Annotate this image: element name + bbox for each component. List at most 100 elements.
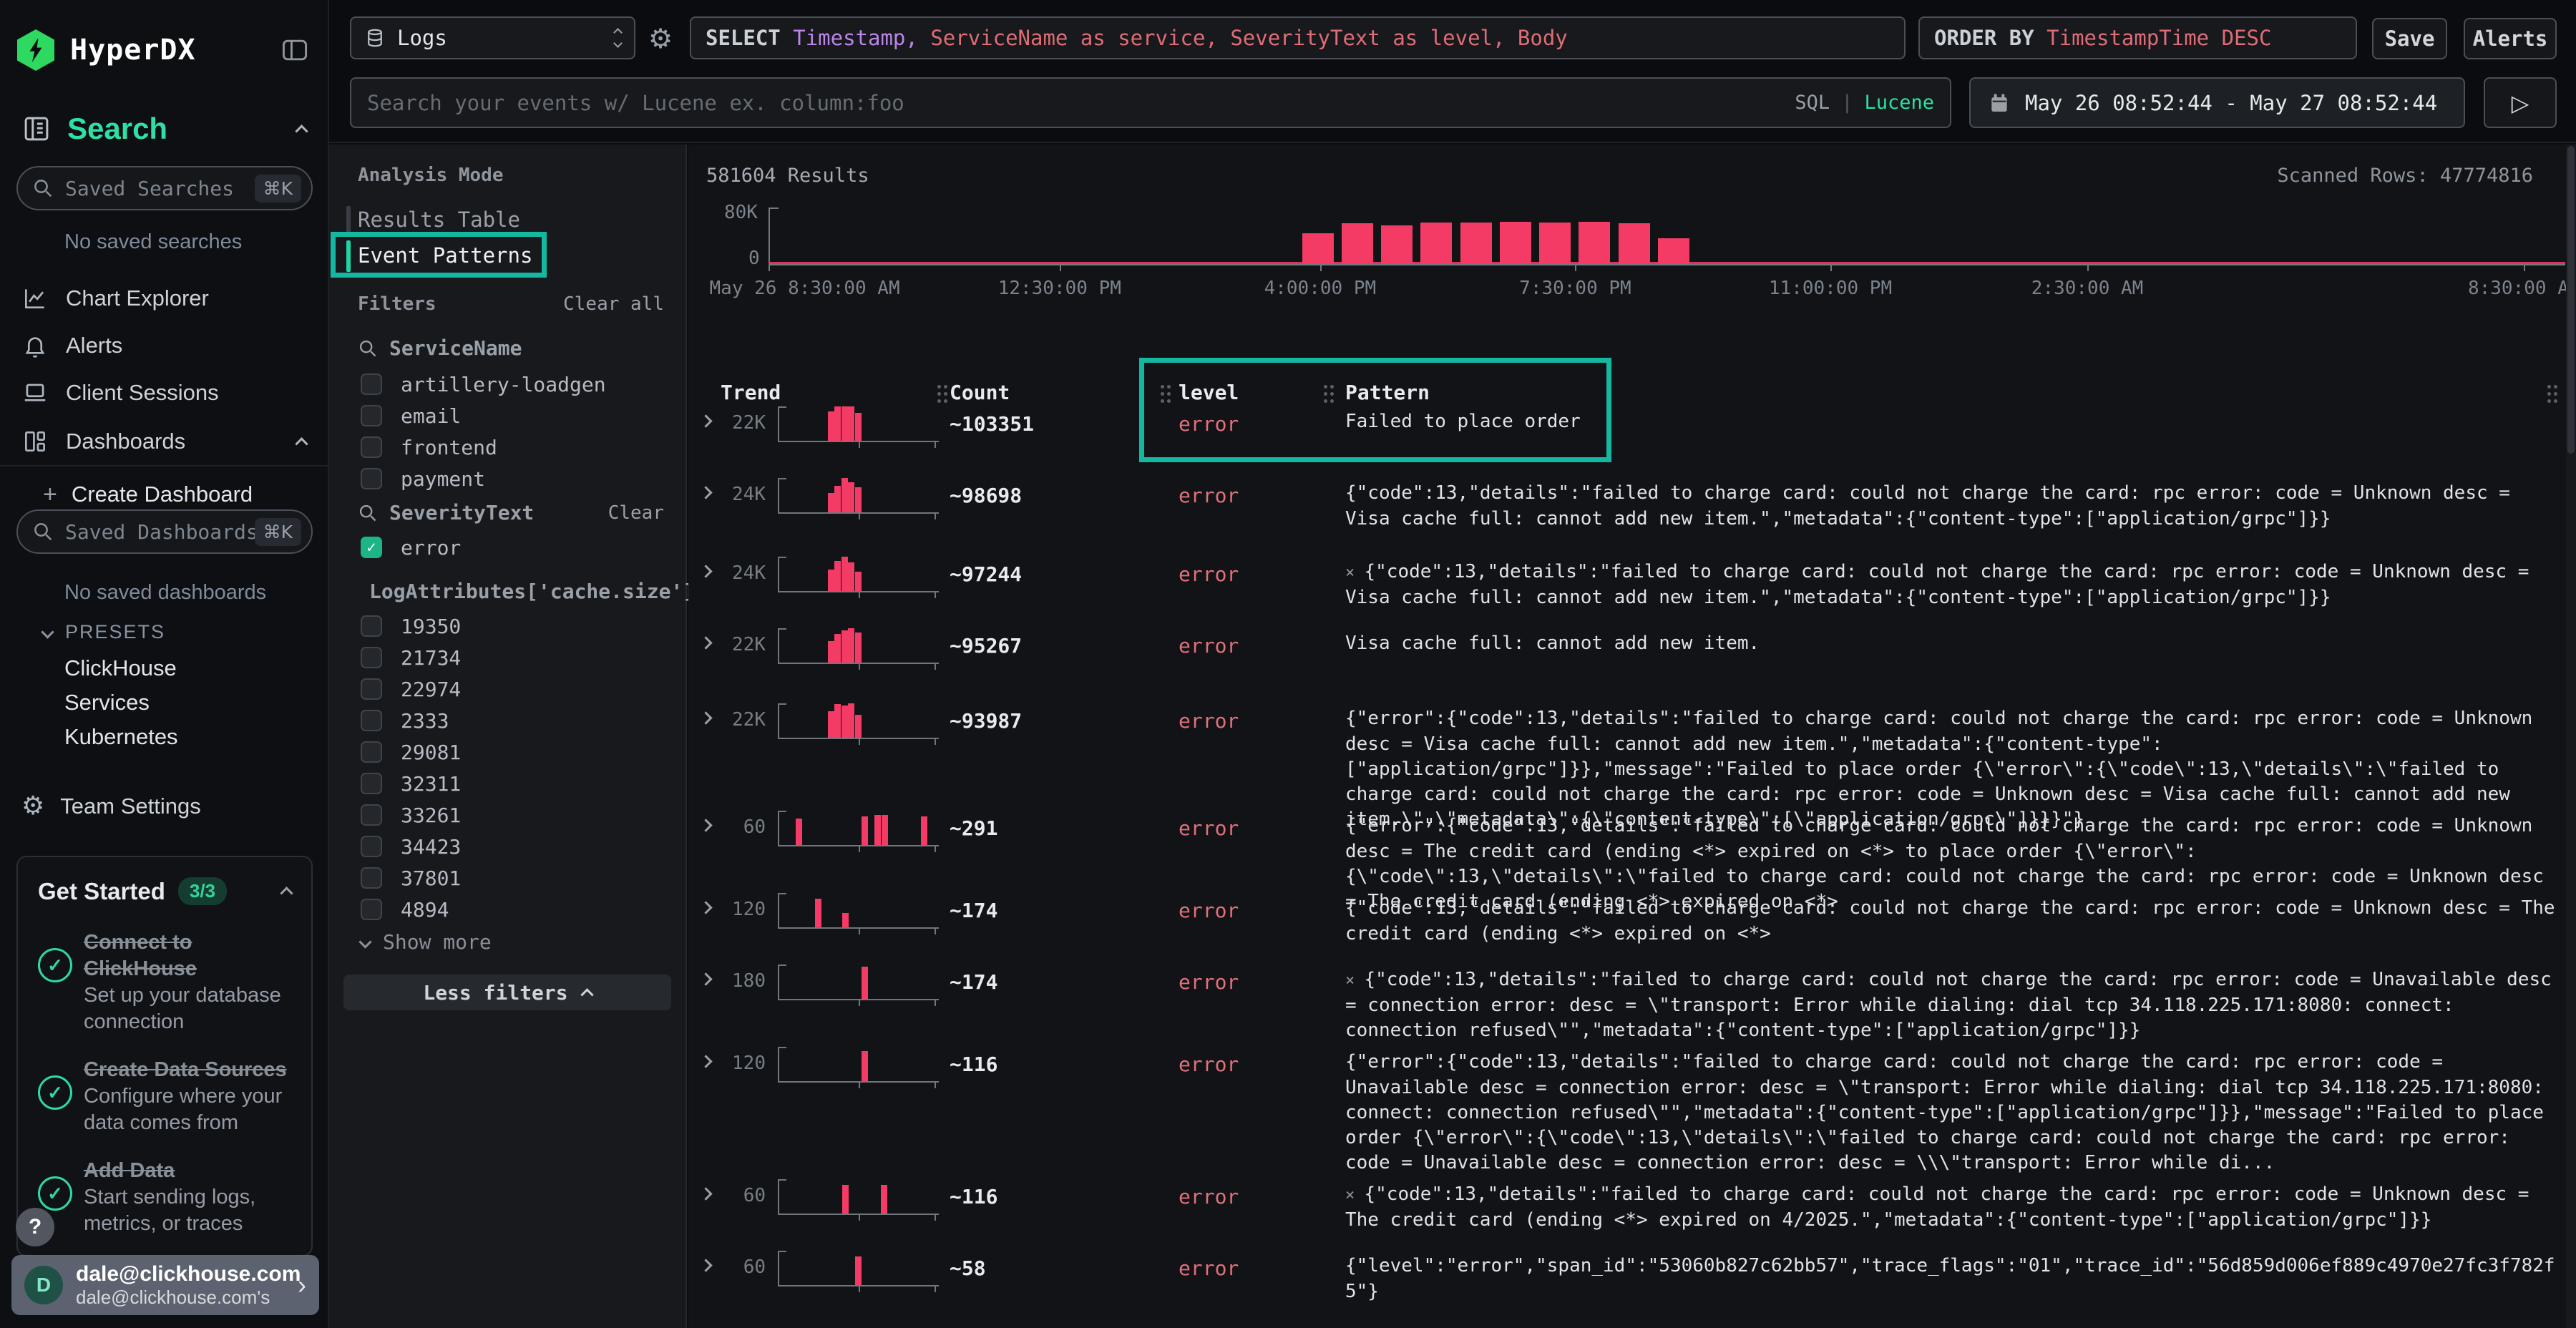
search-input[interactable] [367, 91, 1795, 115]
sql-toggle[interactable]: SQL [1795, 92, 1830, 114]
filter-option[interactable]: artillery-loadgen [361, 369, 606, 399]
filter-option[interactable]: frontend [361, 432, 497, 462]
source-select[interactable]: Logs [350, 16, 635, 59]
sidebar-item-team-settings[interactable]: ⚙ Team Settings [21, 791, 201, 821]
checkbox[interactable] [361, 678, 382, 700]
preset-kubernetes[interactable]: Kubernetes [64, 724, 178, 750]
pattern-text[interactable]: {"error":{"code":13,"details":"failed to… [1345, 1050, 2563, 1176]
save-button[interactable]: Save [2372, 18, 2447, 59]
table-row[interactable]: 60 ~116 error × {"code":13,"details":"fa… [688, 1173, 2576, 1245]
filter-option[interactable]: 19350 [361, 611, 461, 641]
filter-option[interactable]: 2333 [361, 706, 449, 736]
checkbox[interactable] [361, 647, 382, 668]
show-more-link[interactable]: Show more [361, 930, 492, 954]
drag-handle-icon[interactable] [2547, 385, 2551, 389]
filter-option[interactable]: 4894 [361, 894, 449, 924]
create-dashboard-button[interactable]: + Create Dashboard [43, 478, 253, 511]
saved-dashboards-field[interactable] [65, 520, 255, 544]
pattern-text[interactable]: {"code":13,"details":"failed to charge c… [1345, 481, 2563, 532]
chevron-up-icon[interactable] [280, 887, 293, 899]
pattern-text[interactable]: × {"code":13,"details":"failed to charge… [1345, 967, 2563, 1043]
get-started-item[interactable]: ✓ Add Data Start sending logs, metrics, … [38, 1158, 291, 1237]
scrollbar-thumb[interactable] [2567, 146, 2575, 454]
results-histogram[interactable]: 80K 0 May 26 8:30:00 AM12:30:00 PM4:00:0… [688, 195, 2576, 338]
sql-select-input[interactable]: SELECT Timestamp, ServiceName as service… [690, 16, 1906, 59]
table-row[interactable]: 180 ~174 error × {"code":13,"details":"f… [688, 959, 2576, 1041]
filter-option[interactable]: 22974 [361, 674, 461, 704]
clear-all-link[interactable]: Clear all [563, 293, 664, 315]
trend-sparkline [778, 1178, 939, 1219]
filter-option[interactable]: 21734 [361, 643, 461, 673]
table-row[interactable]: 22K ~103351 error Failed to place order [688, 401, 2576, 472]
checkbox[interactable] [361, 405, 382, 426]
checkbox[interactable] [361, 374, 382, 395]
saved-searches-field[interactable] [65, 177, 255, 200]
user-account-bar[interactable]: D dale@clickhouse.com dale@clickhouse.co… [11, 1255, 319, 1315]
table-row[interactable]: 120 ~116 error {"error":{"code":13,"deta… [688, 1041, 2576, 1173]
checkbox[interactable] [361, 615, 382, 637]
get-started-item[interactable]: ✓ Connect to ClickHouse Set up your data… [38, 929, 291, 1035]
pattern-text[interactable]: Visa cache full: cannot add new item. [1345, 631, 2563, 657]
filter-option[interactable]: 32311 [361, 768, 461, 799]
collapse-sidebar-icon[interactable] [279, 34, 311, 66]
table-row[interactable]: 120 ~174 error {"code":13,"details":"fai… [688, 887, 2576, 959]
scrollbar[interactable] [2566, 145, 2576, 1328]
checkbox[interactable] [361, 836, 382, 857]
presets-toggle[interactable]: PRESETS [43, 621, 165, 643]
checkbox[interactable] [361, 773, 382, 794]
search-icon[interactable] [358, 503, 378, 523]
table-row[interactable]: 22K ~93987 error {"error":{"code":13,"de… [688, 698, 2576, 805]
sidebar-item-client-sessions[interactable]: Client Sessions [21, 375, 306, 411]
checkbox[interactable] [361, 710, 382, 731]
table-row[interactable]: 22K ~95267 error Visa cache full: cannot… [688, 622, 2576, 698]
pattern-text[interactable]: {"level":"error","span_id":"53060b827c62… [1345, 1254, 2563, 1304]
checkbox-checked[interactable]: ✓ [361, 537, 382, 558]
saved-dashboards-input[interactable]: ⌘K [16, 509, 313, 554]
sidebar-item-chart-explorer[interactable]: Chart Explorer [21, 280, 306, 316]
filter-option[interactable]: 33261 [361, 800, 461, 830]
sidebar-item-alerts[interactable]: Alerts [21, 328, 306, 363]
checkbox[interactable] [361, 867, 382, 889]
saved-searches-input[interactable]: ⌘K [16, 166, 313, 210]
lucene-search-bar[interactable]: SQL | Lucene [350, 77, 1951, 128]
preset-services[interactable]: Services [64, 690, 150, 716]
get-started-item[interactable]: ✓ Create Data Sources Configure where yo… [38, 1057, 291, 1136]
chevron-up-icon[interactable] [295, 125, 308, 137]
filter-option[interactable]: 34423 [361, 831, 461, 861]
table-row[interactable]: 60 ~58 error {"level":"error","span_id":… [688, 1245, 2576, 1309]
checkbox[interactable] [361, 741, 382, 763]
pattern-text[interactable]: × {"code":13,"details":"failed to charge… [1345, 560, 2563, 610]
filter-option-checked[interactable]: ✓error [361, 532, 461, 562]
preset-clickhouse[interactable]: ClickHouse [64, 655, 177, 681]
checkbox[interactable] [361, 899, 382, 920]
alerts-button[interactable]: Alerts [2464, 18, 2557, 59]
drag-handle-icon[interactable] [937, 385, 941, 389]
table-row[interactable]: 24K ~98698 error {"code":13,"details":"f… [688, 472, 2576, 551]
less-filters-button[interactable]: Less filters [343, 975, 671, 1010]
filter-option[interactable]: payment [361, 464, 485, 494]
sidebar-item-dashboards[interactable]: Dashboards [21, 424, 306, 459]
table-row[interactable]: 60 ~291 error {"error":{"code":13,"detai… [688, 805, 2576, 887]
table-row[interactable]: 24K ~97244 error × {"code":13,"details":… [688, 551, 2576, 622]
chevron-up-icon[interactable] [295, 437, 308, 450]
checkbox[interactable] [361, 804, 382, 826]
hyperdx-logo-icon[interactable] [17, 29, 54, 71]
search-icon[interactable] [358, 338, 378, 358]
filter-option[interactable]: 37801 [361, 863, 461, 893]
lucene-toggle[interactable]: Lucene [1864, 92, 1934, 114]
run-query-button[interactable]: ▷ [2484, 77, 2557, 128]
filter-option[interactable]: 29081 [361, 737, 461, 767]
pattern-text[interactable]: {"code":13,"details":"failed to charge c… [1345, 896, 2563, 947]
filter-option[interactable]: email [361, 401, 461, 431]
checkbox[interactable] [361, 468, 382, 489]
help-button[interactable]: ? [16, 1208, 54, 1246]
query-language-toggle[interactable]: SQL | Lucene [1795, 92, 1934, 114]
source-settings-gear-icon[interactable]: ⚙ [648, 23, 673, 54]
sidebar-item-search[interactable]: Search [21, 109, 306, 149]
clear-link[interactable]: Clear [608, 502, 664, 524]
date-range-picker[interactable]: May 26 08:52:44 - May 27 08:52:44 [1969, 77, 2465, 128]
pattern-text[interactable]: × {"code":13,"details":"failed to charge… [1345, 1182, 2563, 1233]
checkbox[interactable] [361, 436, 382, 458]
sql-column-timestamp: Timestamp, [793, 26, 918, 50]
order-by-input[interactable]: ORDER BY TimestampTime DESC [1918, 16, 2357, 59]
